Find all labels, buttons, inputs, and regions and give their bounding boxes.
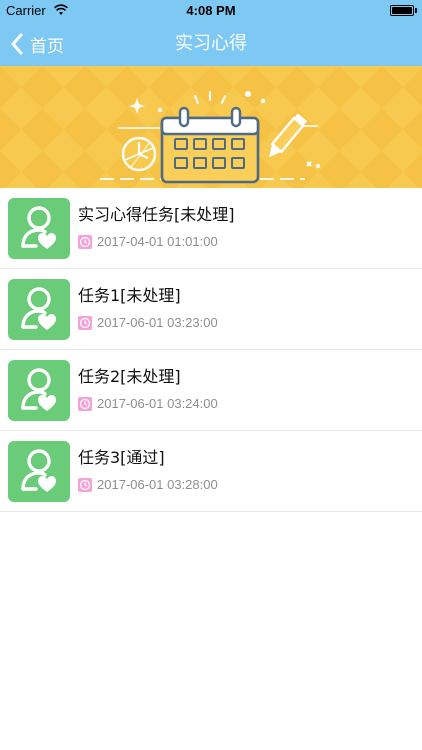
item-title: 实习心得任务[未处理] — [78, 205, 235, 224]
list-item[interactable]: 任务3[通过] 2017-06-01 03:28:00 — [0, 431, 422, 512]
item-title: 任务1[未处理] — [78, 286, 181, 305]
clock-icon — [78, 235, 92, 249]
user-heart-icon — [8, 360, 70, 421]
status-bar: Carrier 4:08 PM — [0, 0, 422, 22]
clock-icon — [78, 478, 92, 492]
clock-icon — [78, 316, 92, 330]
clock-icon — [78, 397, 92, 411]
calendar-illustration — [0, 66, 422, 188]
list-item[interactable]: 实习心得任务[未处理] 2017-04-01 01:01:00 — [0, 188, 422, 269]
task-list: 实习心得任务[未处理] 2017-04-01 01:01:00 任务1[未处理]… — [0, 188, 422, 512]
battery-tip — [415, 8, 417, 13]
header-banner — [0, 66, 422, 188]
battery-icon — [390, 5, 414, 16]
list-item[interactable]: 任务2[未处理] 2017-06-01 03:24:00 — [0, 350, 422, 431]
item-time: 2017-06-01 03:23:00 — [97, 315, 218, 330]
navigation-bar: 首页 实习心得 — [0, 22, 422, 66]
item-time: 2017-06-01 03:28:00 — [97, 477, 218, 492]
item-time: 2017-04-01 01:01:00 — [97, 234, 218, 249]
item-time: 2017-06-01 03:24:00 — [97, 396, 218, 411]
item-title: 任务2[未处理] — [78, 367, 181, 386]
user-heart-icon — [8, 198, 70, 259]
list-item[interactable]: 任务1[未处理] 2017-06-01 03:23:00 — [0, 269, 422, 350]
user-heart-icon — [8, 441, 70, 502]
status-time: 4:08 PM — [186, 3, 236, 18]
page-title: 实习心得 — [175, 33, 247, 54]
item-title: 任务3[通过] — [78, 448, 165, 467]
user-heart-icon — [8, 279, 70, 340]
